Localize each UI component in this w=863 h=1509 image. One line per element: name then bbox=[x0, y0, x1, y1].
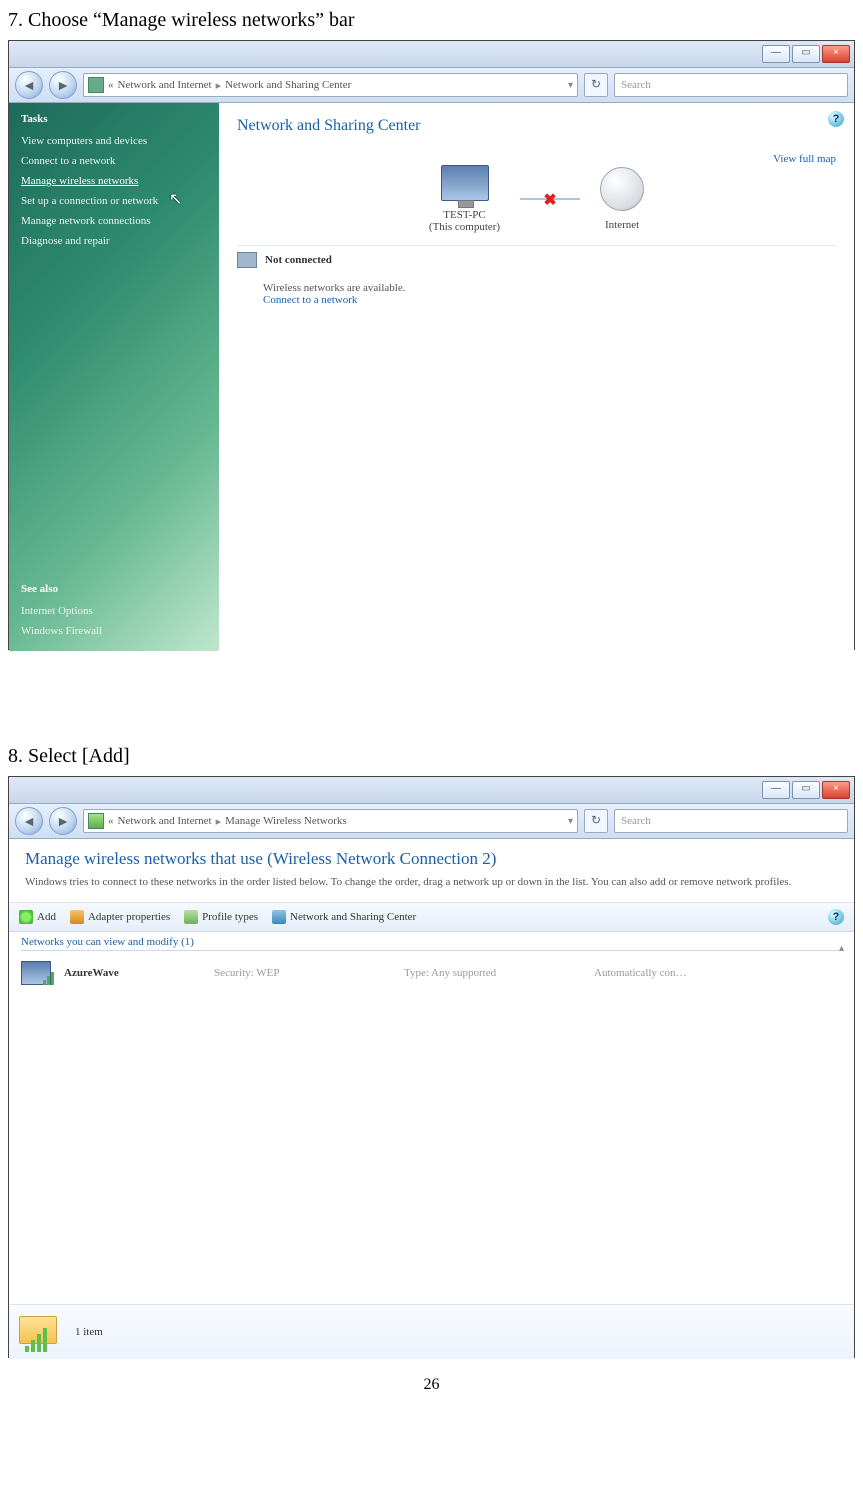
maximize-button[interactable]: ▭ bbox=[792, 45, 820, 63]
sidebar-item-manage-connections[interactable]: Manage network connections bbox=[21, 215, 207, 227]
step-7-text: 7. Choose “Manage wireless networks” bar bbox=[8, 8, 863, 32]
search-placeholder: Search bbox=[621, 79, 651, 91]
back-button[interactable]: ◄ bbox=[15, 71, 43, 99]
page-description: Windows tries to connect to these networ… bbox=[25, 875, 838, 890]
network-sharing-icon bbox=[272, 910, 286, 924]
breadcrumb-part1[interactable]: Network and Internet bbox=[118, 815, 212, 827]
breadcrumb-root: « bbox=[108, 79, 114, 91]
network-diagram: TEST-PC (This computer) ✖ Internet bbox=[237, 165, 836, 233]
refresh-button[interactable]: ↻ bbox=[584, 73, 608, 97]
sidebar-item-connect-network[interactable]: Connect to a network bbox=[21, 155, 207, 167]
explorer-nav-bar: ◄ ► « Network and Internet ▸ Manage Wire… bbox=[9, 804, 854, 839]
network-auto: Automatically con… bbox=[594, 967, 842, 979]
step-8-text: 8. Select [Add] bbox=[8, 744, 863, 768]
cursor-icon: ↖ bbox=[169, 189, 182, 209]
connect-to-network-link[interactable]: Connect to a network bbox=[263, 294, 836, 306]
netshare-label: Network and Sharing Center bbox=[290, 911, 416, 923]
breadcrumb-part2[interactable]: Manage Wireless Networks bbox=[225, 815, 347, 827]
adapter-label: Adapter properties bbox=[88, 911, 170, 923]
profile-icon bbox=[184, 910, 198, 924]
group-divider: ▴ bbox=[21, 950, 844, 951]
network-list: AzureWave Security: WEP Type: Any suppor… bbox=[9, 951, 854, 1304]
add-button[interactable]: Add bbox=[19, 910, 56, 924]
profile-label: Profile types bbox=[202, 911, 258, 923]
internet-globe-icon bbox=[600, 167, 644, 211]
breadcrumb-part1[interactable]: Network and Internet bbox=[118, 79, 212, 91]
explorer-nav-bar: ◄ ► « Network and Internet ▸ Network and… bbox=[9, 68, 854, 103]
back-button[interactable]: ◄ bbox=[15, 807, 43, 835]
search-input[interactable]: Search bbox=[614, 73, 848, 97]
sidebar-item-windows-firewall[interactable]: Windows Firewall bbox=[21, 625, 207, 637]
group-header: Networks you can view and modify (1) bbox=[9, 932, 854, 950]
address-breadcrumb[interactable]: « Network and Internet ▸ Network and Sha… bbox=[83, 73, 578, 97]
sidebar-item-diagnose-repair[interactable]: Diagnose and repair bbox=[21, 235, 207, 247]
profile-types-button[interactable]: Profile types bbox=[184, 910, 258, 924]
network-row[interactable]: AzureWave Security: WEP Type: Any suppor… bbox=[19, 957, 844, 989]
adapter-properties-button[interactable]: Adapter properties bbox=[70, 910, 170, 924]
add-label: Add bbox=[37, 911, 56, 923]
computer-icon bbox=[441, 165, 489, 201]
wireless-available-text: Wireless networks are available. bbox=[263, 282, 836, 294]
forward-button[interactable]: ► bbox=[49, 71, 77, 99]
search-placeholder: Search bbox=[621, 815, 651, 827]
minimize-button[interactable]: — bbox=[762, 45, 790, 63]
see-also-header: See also bbox=[21, 583, 207, 595]
breadcrumb-dropdown-icon[interactable]: ▾ bbox=[568, 80, 573, 91]
content-pane: ? Network and Sharing Center View full m… bbox=[219, 103, 854, 651]
toolbar: Add Adapter properties Profile types Net… bbox=[9, 903, 854, 932]
not-connected-label: Not connected bbox=[265, 254, 332, 266]
adapter-icon bbox=[70, 910, 84, 924]
window-titlebar: — ▭ × bbox=[9, 777, 854, 804]
breadcrumb-sep: ▸ bbox=[216, 79, 222, 92]
close-button[interactable]: × bbox=[822, 45, 850, 63]
address-breadcrumb[interactable]: « Network and Internet ▸ Manage Wireless… bbox=[83, 809, 578, 833]
minimize-button[interactable]: — bbox=[762, 781, 790, 799]
wireless-folder-icon bbox=[88, 813, 104, 829]
pc-name: TEST-PC bbox=[429, 209, 500, 221]
help-icon[interactable]: ? bbox=[828, 909, 844, 925]
add-icon bbox=[19, 910, 33, 924]
sidebar-item-manage-wireless[interactable]: Manage wireless networks bbox=[21, 175, 207, 187]
network-name: AzureWave bbox=[64, 967, 204, 979]
sidebar-item-internet-options[interactable]: Internet Options bbox=[21, 605, 207, 617]
screenshot-network-sharing-center: — ▭ × ◄ ► « Network and Internet ▸ Netwo… bbox=[8, 40, 855, 650]
connection-line: ✖ bbox=[520, 198, 580, 200]
status-bar: 1 item bbox=[9, 1304, 854, 1359]
control-panel-icon bbox=[88, 77, 104, 93]
signal-bars-icon bbox=[43, 972, 54, 985]
page-title: Manage wireless networks that use (Wirel… bbox=[25, 849, 838, 869]
view-full-map-link[interactable]: View full map bbox=[773, 153, 836, 165]
tasks-sidebar: Tasks View computers and devices Connect… bbox=[9, 103, 219, 651]
computers-icon bbox=[237, 252, 257, 268]
collapse-icon[interactable]: ▴ bbox=[839, 943, 844, 954]
status-text: 1 item bbox=[75, 1326, 103, 1338]
breadcrumb-sep: ▸ bbox=[216, 815, 222, 828]
page-number: 26 bbox=[0, 1376, 863, 1394]
disconnected-x-icon: ✖ bbox=[543, 190, 556, 210]
refresh-button[interactable]: ↻ bbox=[584, 809, 608, 833]
network-security: Security: WEP bbox=[214, 967, 394, 979]
breadcrumb-dropdown-icon[interactable]: ▾ bbox=[568, 816, 573, 827]
breadcrumb-part2[interactable]: Network and Sharing Center bbox=[225, 79, 351, 91]
screenshot-manage-wireless-networks: — ▭ × ◄ ► « Network and Internet ▸ Manag… bbox=[8, 776, 855, 1358]
breadcrumb-root: « bbox=[108, 815, 114, 827]
internet-label: Internet bbox=[605, 219, 639, 231]
search-input[interactable]: Search bbox=[614, 809, 848, 833]
close-button[interactable]: × bbox=[822, 781, 850, 799]
pc-sub: (This computer) bbox=[429, 221, 500, 233]
tasks-header: Tasks bbox=[21, 113, 207, 125]
sidebar-item-view-computers[interactable]: View computers and devices bbox=[21, 135, 207, 147]
network-sharing-center-button[interactable]: Network and Sharing Center bbox=[272, 910, 416, 924]
network-type: Type: Any supported bbox=[404, 967, 584, 979]
page-header: Manage wireless networks that use (Wirel… bbox=[9, 839, 854, 903]
page-title: Network and Sharing Center bbox=[237, 117, 836, 135]
status-folder-icon bbox=[19, 1312, 63, 1352]
maximize-button[interactable]: ▭ bbox=[792, 781, 820, 799]
help-icon[interactable]: ? bbox=[828, 111, 844, 127]
window-titlebar: — ▭ × bbox=[9, 41, 854, 68]
forward-button[interactable]: ► bbox=[49, 807, 77, 835]
